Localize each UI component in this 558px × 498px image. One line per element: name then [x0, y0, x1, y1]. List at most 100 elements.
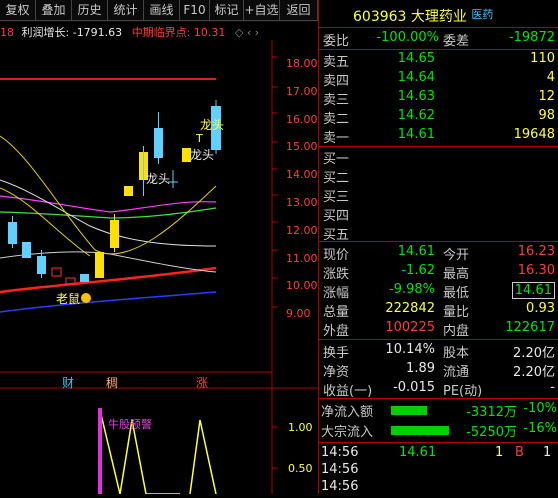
stat-row[interactable]: 换手 10.14% 股本 2.20亿	[319, 342, 558, 361]
quote-value: -9.98%	[389, 282, 435, 297]
stat-label: 收益(一)	[323, 384, 373, 399]
top-marker: T	[196, 132, 203, 145]
price-axis-label: 10.00	[286, 279, 318, 293]
quote-value: 122617	[505, 320, 555, 335]
toolbar-overlay-button[interactable]: 叠加	[36, 0, 72, 21]
price-axis-label: 14.00	[286, 168, 318, 182]
quote-value: 14.61	[511, 282, 555, 299]
quote-value: 16.30	[517, 263, 555, 278]
stat-value: -	[550, 380, 555, 395]
stat-value: 1.89	[406, 361, 435, 376]
quote-label: 量比	[443, 305, 470, 320]
toolbar-restore-right-button[interactable]: 复权	[0, 0, 36, 21]
quote-label: 最低	[443, 286, 470, 301]
toolbar-draw-button[interactable]: 画线	[144, 0, 180, 21]
flow-percent: -16%	[523, 421, 557, 436]
tick-price: 14.61	[399, 445, 437, 460]
toolbar-f10-button[interactable]: F10	[180, 0, 210, 21]
divider	[319, 27, 558, 28]
event-chou-marker[interactable]: 稠	[106, 374, 118, 391]
stat-value: 10.14%	[385, 342, 435, 357]
ask-row[interactable]: 卖三 14.63 12	[319, 89, 558, 108]
quote-value: 100225	[385, 320, 435, 335]
quote-row[interactable]: 外盘 100225 内盘 122617	[319, 320, 558, 339]
quote-value: 16.23	[517, 244, 555, 259]
tick-time: 14:56	[321, 479, 359, 494]
longtou-label-3: 龙头	[146, 172, 171, 186]
bid-row[interactable]: 买三	[319, 186, 558, 205]
price-axis-label: 12.00	[286, 223, 318, 237]
quote-label: 外盘	[323, 324, 350, 339]
bid-label: 买四	[323, 209, 350, 224]
stock-sector-tag[interactable]: 医药	[471, 8, 493, 21]
flow-bar	[391, 406, 427, 415]
flow-label: 大宗流入	[321, 425, 374, 440]
quote-value: 0.93	[526, 301, 555, 316]
stock-header: 603963 大理药业 医药	[353, 6, 493, 26]
flow-label: 净流入额	[321, 405, 374, 420]
ask-volume: 19648	[513, 127, 555, 142]
tick-volume: 1	[495, 445, 504, 460]
bid-row[interactable]: 买一	[319, 148, 558, 167]
toolbar-add-watchlist-button[interactable]: +自选	[244, 0, 280, 21]
tick-count: 1	[543, 445, 552, 460]
quote-row[interactable]: 涨幅 -9.98% 最低 14.61	[319, 282, 558, 301]
stat-value: 2.20亿	[513, 346, 555, 361]
tick-row[interactable]: 14:56	[319, 479, 558, 498]
divider	[319, 339, 558, 340]
warning-bar	[98, 408, 102, 494]
warning-label: 牛股预警	[108, 418, 152, 431]
toolbar-history-button[interactable]: 历史	[72, 0, 108, 21]
ask-row[interactable]: 卖二 14.62 98	[319, 108, 558, 127]
ask-row[interactable]: 卖四 14.64 4	[319, 70, 558, 89]
stat-label: 换手	[323, 346, 350, 361]
bid-row[interactable]: 买二	[319, 167, 558, 186]
ask-label: 卖五	[323, 55, 350, 70]
stat-row[interactable]: 收益(一) -0.015 PE(动) -	[319, 380, 558, 399]
ask-label: 卖二	[323, 112, 350, 127]
price-axis-label: 16.00	[286, 112, 318, 126]
flow-row[interactable]: 净流入额 -3312万 -10%	[319, 401, 558, 420]
quote-row[interactable]: 涨跌 -1.62 最高 16.30	[319, 263, 558, 282]
chart-toolbar: 复权 叠加 历史 统计 画线 F10 标记 +自选 返回	[0, 0, 318, 22]
weibi-value: -100.00%	[376, 30, 439, 45]
price-axis-label: 18.00	[286, 57, 318, 70]
ask-row[interactable]: 卖一 14.61 19648	[319, 127, 558, 146]
quote-label: 涨跌	[323, 267, 350, 282]
quote-value: -1.62	[401, 263, 435, 278]
weicha-label: 委差	[443, 34, 470, 49]
event-finance-marker[interactable]: 财	[62, 374, 74, 391]
ask-label: 卖四	[323, 74, 350, 89]
quote-row[interactable]: 现价 14.61 今开 16.23	[319, 244, 558, 263]
bid-row[interactable]: 买四	[319, 205, 558, 224]
stat-value: -0.015	[393, 380, 435, 395]
price-axis-label: 11.00	[286, 251, 318, 265]
stat-row[interactable]: 净资 1.89 流通 2.20亿	[319, 361, 558, 380]
lower-axis-label-1: 1.00	[288, 421, 313, 434]
flow-bar	[391, 426, 449, 435]
event-zhang-marker[interactable]: 涨	[196, 374, 208, 391]
flow-percent: -10%	[523, 401, 557, 416]
ask-price: 14.65	[397, 51, 435, 66]
toolbar-back-button[interactable]: 返回	[280, 0, 318, 21]
stat-value: 2.20亿	[513, 365, 555, 380]
divider	[319, 146, 558, 147]
toolbar-stats-button[interactable]: 统计	[108, 0, 144, 21]
tick-time: 14:56	[321, 445, 359, 460]
ask-label: 卖三	[323, 93, 350, 108]
quote-row[interactable]: 总量 222842 量比 0.93	[319, 301, 558, 320]
ask-price: 14.63	[397, 89, 435, 104]
ask-label: 卖一	[323, 131, 350, 146]
ask-price: 14.61	[397, 127, 435, 142]
ask-row[interactable]: 卖五 14.65 110	[319, 51, 558, 70]
laoshu-label: 老鼠	[56, 292, 81, 306]
ask-volume: 12	[538, 89, 555, 104]
weibi-label: 委比	[323, 34, 350, 49]
quote-value: 222842	[385, 301, 435, 316]
stock-name: 大理药业	[410, 9, 467, 25]
ask-volume: 4	[546, 70, 555, 85]
quote-label: 最高	[443, 267, 470, 282]
divider	[319, 398, 558, 399]
quote-label: 总量	[323, 305, 350, 320]
toolbar-mark-button[interactable]: 标记	[210, 0, 244, 21]
